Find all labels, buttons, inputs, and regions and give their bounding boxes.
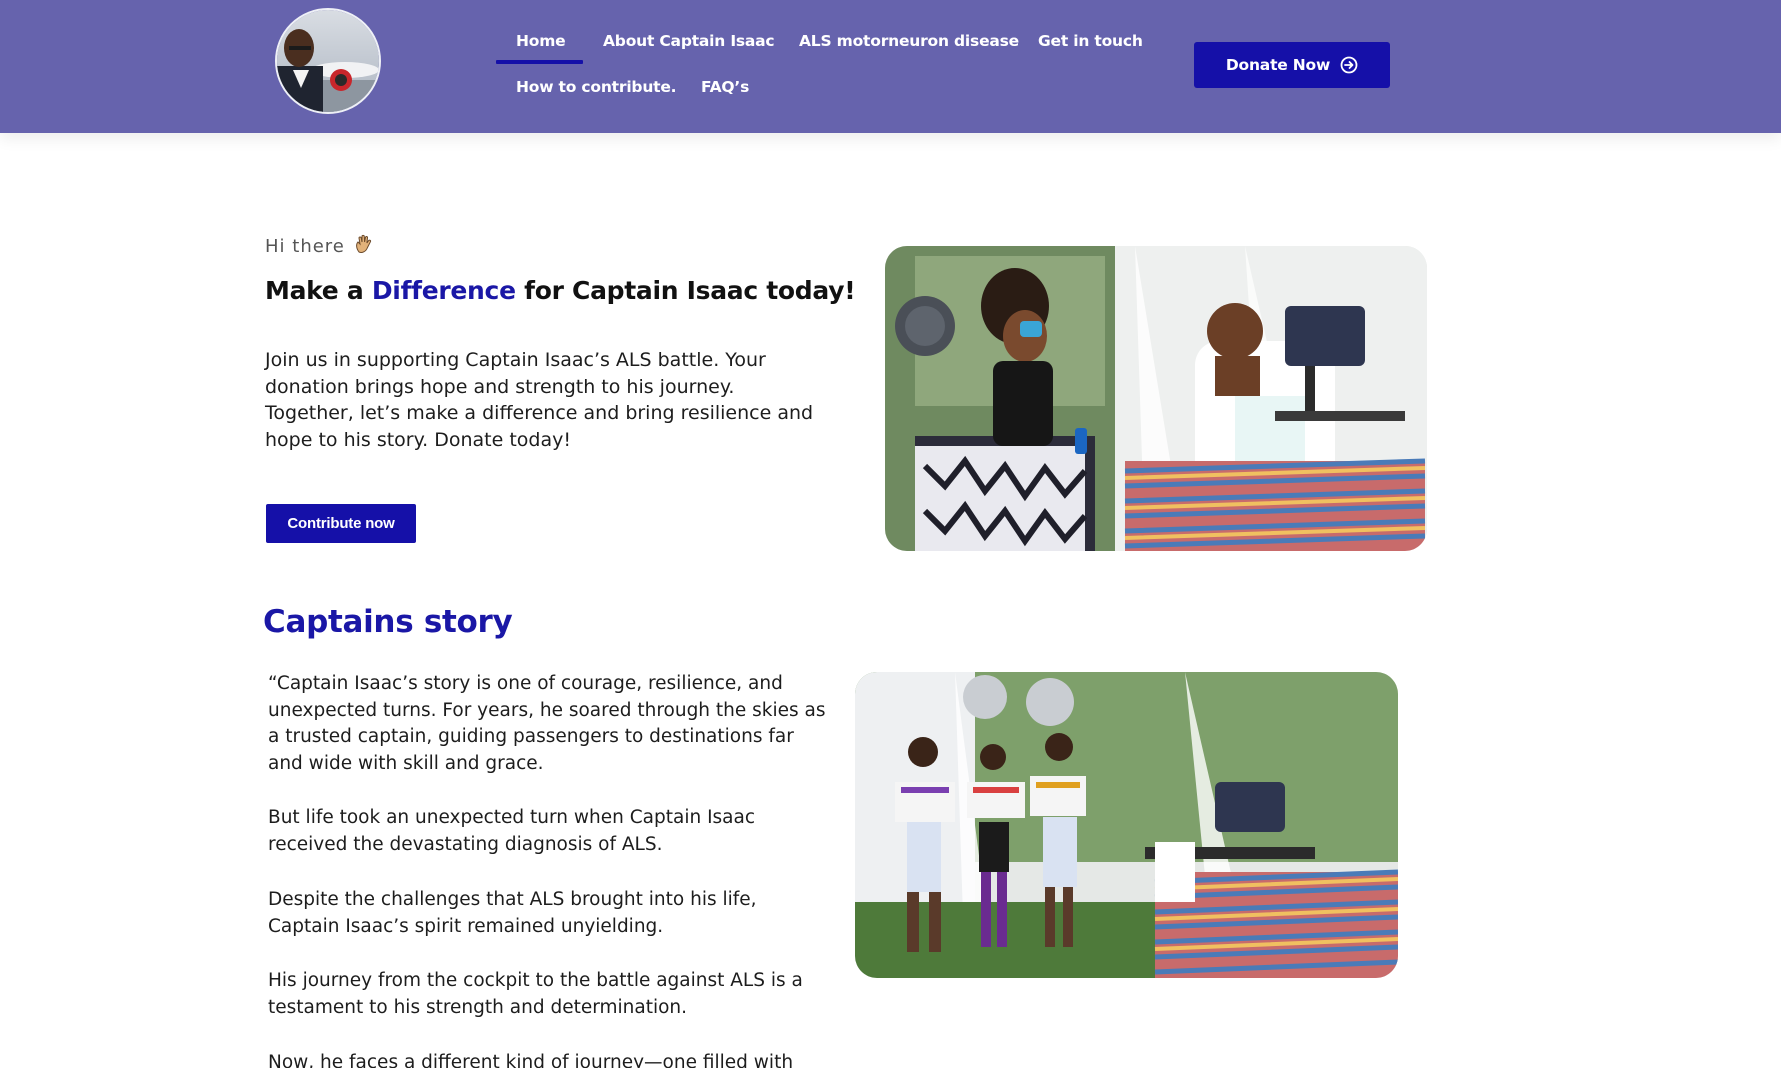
story-heading: Captains story xyxy=(263,604,513,640)
headline-part-2: for Captain Isaac today! xyxy=(515,276,856,305)
nav-about-captain-isaac[interactable]: About Captain Isaac xyxy=(603,32,775,50)
headline-accent-word: Difference xyxy=(371,276,516,305)
hero-headline: Make a Difference for Captain Isaac toda… xyxy=(265,276,856,305)
hero-photo xyxy=(885,246,1427,551)
hero-intro-text: Join us in supporting Captain Isaac’s AL… xyxy=(265,349,814,451)
greeting: Hi there xyxy=(265,233,375,260)
nav-home[interactable]: Home xyxy=(516,32,566,50)
headline-part-1: Make a xyxy=(265,276,372,305)
story-paragraph-2: But life took an unexpected turn when Ca… xyxy=(268,807,756,855)
nav-faqs[interactable]: FAQ’s xyxy=(701,78,749,96)
story-paragraph-1: “Captain Isaac’s story is one of courage… xyxy=(268,673,826,774)
nav-active-indicator xyxy=(496,60,583,64)
greeting-text: Hi there xyxy=(265,236,345,257)
nav-how-to-contribute[interactable]: How to contribute. xyxy=(516,78,677,96)
donate-now-label: Donate Now xyxy=(1225,56,1331,74)
story-photo xyxy=(855,672,1398,978)
site-header: Home About Captain Isaac ALS motorneuron… xyxy=(0,0,1781,133)
captain-isaac-avatar-logo[interactable] xyxy=(275,8,381,114)
story-paragraph-5: Now, he faces a different kind of journe… xyxy=(268,1052,794,1068)
story-paragraph-4: His journey from the cockpit to the batt… xyxy=(268,970,803,1018)
donate-now-button[interactable]: Donate Now xyxy=(1194,42,1390,88)
arrow-circle-right-icon xyxy=(1340,56,1358,74)
waving-hand-icon xyxy=(353,233,375,260)
contribute-now-button[interactable]: Contribute now xyxy=(266,504,416,543)
nav-get-in-touch[interactable]: Get in touch xyxy=(1038,32,1143,50)
nav-als-motorneuron-disease[interactable]: ALS motorneuron disease xyxy=(799,32,1019,50)
story-paragraph-3: Despite the challenges that ALS brought … xyxy=(268,889,757,937)
